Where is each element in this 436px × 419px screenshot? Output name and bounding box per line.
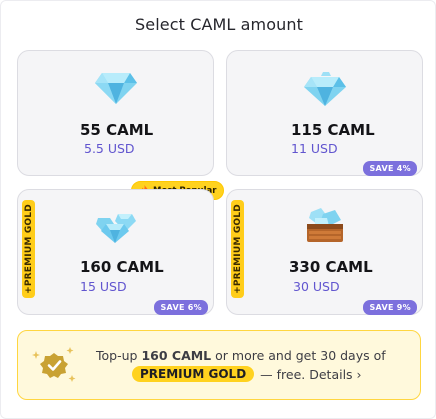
package-amount: 115 CAML xyxy=(291,121,375,139)
package-card-160[interactable]: +PREMIUM GOLD 160 CAML 15 USD SAVE 6% xyxy=(17,189,214,315)
premium-gold-ribbon: +PREMIUM GOLD xyxy=(231,200,244,298)
package-amount: 160 CAML xyxy=(80,258,164,276)
diamond-icon xyxy=(94,73,137,104)
save-badge: SAVE 9% xyxy=(363,300,417,315)
verified-badge-icon xyxy=(32,347,76,382)
save-badge: SAVE 6% xyxy=(154,300,208,315)
premium-gold-label: +PREMIUM GOLD xyxy=(232,204,243,294)
package-price: 30 USD xyxy=(293,279,340,294)
premium-gold-label: +PREMIUM GOLD xyxy=(23,204,34,294)
package-price: 11 USD xyxy=(291,141,338,156)
promo-middle: or more and get 30 days of xyxy=(215,348,386,363)
promo-amount: 160 CAML xyxy=(141,348,212,363)
promo-prefix: Top-up xyxy=(96,348,138,363)
diamond-icon xyxy=(303,72,346,106)
premium-gold-pill: PREMIUM GOLD xyxy=(132,366,255,382)
promo-line-1: Top-up 160 CAML or more and get 30 days … xyxy=(96,348,386,363)
package-price: 15 USD xyxy=(80,279,127,294)
package-card-115[interactable]: 115 CAML 11 USD SAVE 4% xyxy=(226,50,423,176)
package-card-330[interactable]: +PREMIUM GOLD 330 CAML 30 USD SAVE 9% xyxy=(226,189,423,315)
save-badge: SAVE 4% xyxy=(363,161,417,176)
package-price: 5.5 USD xyxy=(84,141,135,156)
package-amount: 55 CAML xyxy=(80,121,154,139)
package-amount: 330 CAML xyxy=(289,258,373,276)
select-caml-dialog: Select CAML amount 55 CAML 5.5 USD 115 C… xyxy=(0,0,436,419)
premium-gold-ribbon: +PREMIUM GOLD xyxy=(22,200,35,298)
diamond-crate-icon xyxy=(306,208,343,242)
diamond-cluster-icon xyxy=(95,214,136,243)
promo-line-2: PREMIUM GOLD — free. Details › xyxy=(132,366,362,382)
premium-gold-promo[interactable]: Top-up 160 CAML or more and get 30 days … xyxy=(17,330,421,400)
dialog-title: Select CAML amount xyxy=(135,15,303,34)
package-card-55[interactable]: 55 CAML 5.5 USD xyxy=(17,50,214,176)
promo-details-link[interactable]: — free. Details › xyxy=(260,367,361,382)
